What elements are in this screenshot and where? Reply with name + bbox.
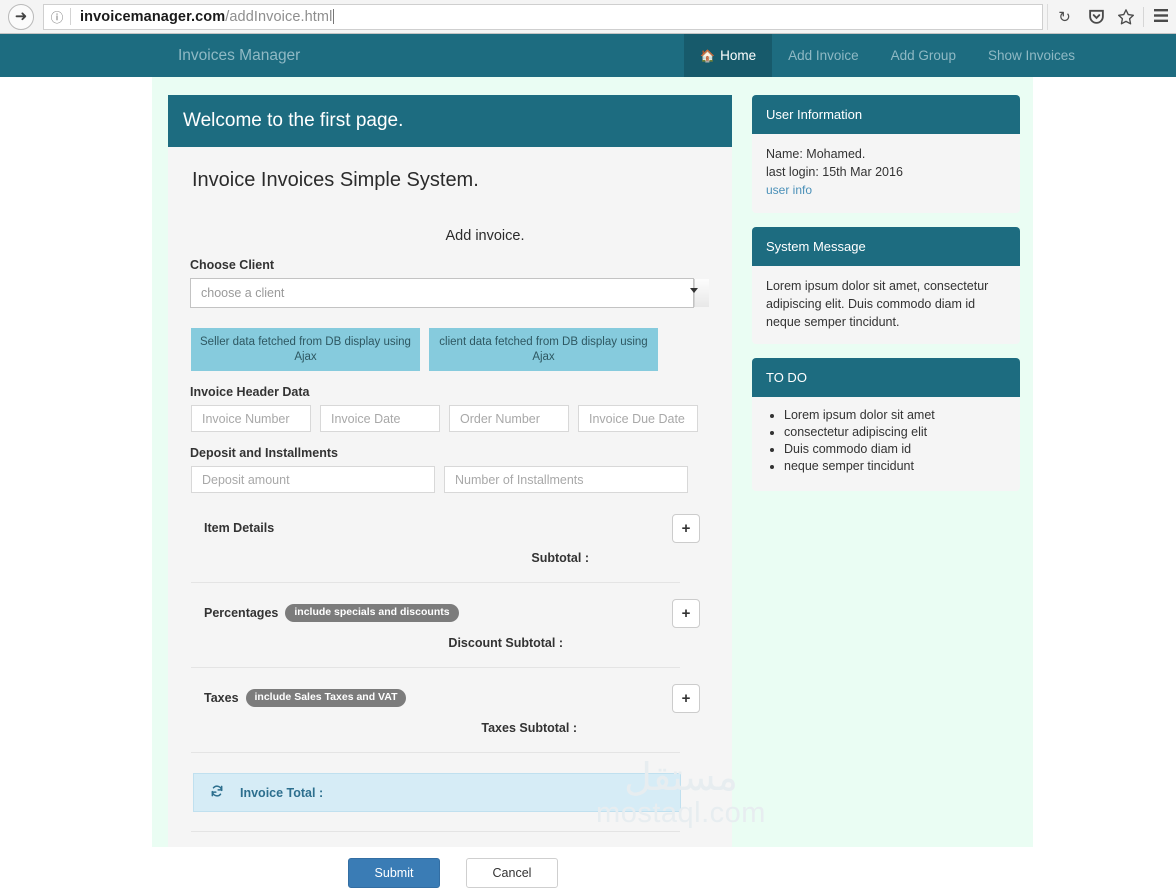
star-icon[interactable]	[1111, 0, 1141, 34]
nav-item-add-invoice[interactable]: Add Invoice	[772, 34, 875, 77]
todo-body: Lorem ipsum dolor sit amet consectetur a…	[752, 397, 1020, 491]
navbar-menu: 🏠 Home Add Invoice Add Group Show Invoice…	[684, 34, 1091, 77]
sidebar: User Information Name: Mohamed. last log…	[752, 95, 1020, 505]
system-message-body: Lorem ipsum dolor sit amet, consectetur …	[752, 266, 1020, 344]
page-container: Welcome to the first page. Invoice Invoi…	[0, 77, 1176, 888]
taxes-row: Taxes include Sales Taxes and VAT +	[191, 681, 718, 715]
item-details-section: Item Details + Subtotal :	[191, 511, 718, 565]
invoice-date-input[interactable]	[320, 405, 440, 432]
taxes-pill: include Sales Taxes and VAT	[245, 689, 407, 707]
add-tax-button[interactable]: +	[672, 683, 700, 713]
section-divider	[191, 831, 680, 832]
main-panel: Welcome to the first page. Invoice Invoi…	[168, 95, 732, 888]
system-message-card: System Message Lorem ipsum dolor sit ame…	[752, 227, 1020, 344]
reload-icon[interactable]: ↻	[1047, 3, 1081, 30]
page-title: Invoice Invoices Simple System.	[192, 169, 479, 191]
client-select[interactable]: choose a client	[190, 278, 694, 308]
nav-item-home-label: Home	[720, 48, 757, 63]
user-information-title: User Information	[752, 95, 1020, 134]
client-select-wrapper: choose a client	[182, 278, 718, 308]
user-last-login: last login: 15th Mar 2016	[766, 165, 903, 179]
nav-item-show-invoices[interactable]: Show Invoices	[972, 34, 1091, 77]
invoice-total-alert: Invoice Total :	[193, 773, 681, 812]
percentages-pill: include specials and discounts	[285, 604, 459, 622]
list-item: Lorem ipsum dolor sit amet	[784, 407, 1006, 423]
deposit-inputs	[191, 466, 718, 493]
list-item: Duis commodo diam id	[784, 441, 1006, 457]
refresh-icon[interactable]	[210, 784, 224, 801]
pocket-icon[interactable]	[1081, 0, 1111, 34]
app-navbar: Invoices Manager 🏠 Home Add Invoice Add G…	[0, 34, 1176, 77]
ajax-info-boxes: Seller data fetched from DB display usin…	[191, 328, 718, 371]
user-information-card: User Information Name: Mohamed. last log…	[752, 95, 1020, 213]
percentages-title: Percentages	[204, 606, 279, 620]
section-divider	[191, 752, 680, 753]
panel-heading: Welcome to the first page.	[168, 95, 732, 147]
home-icon: 🏠	[700, 49, 716, 63]
url-host: invoicemanager.com	[80, 8, 226, 25]
invoice-header-label: Invoice Header Data	[190, 385, 310, 399]
installments-count-input[interactable]	[444, 466, 688, 493]
taxes-section: Taxes include Sales Taxes and VAT + Taxe…	[191, 681, 718, 735]
seller-data-box: Seller data fetched from DB display usin…	[191, 328, 420, 371]
percentages-row: Percentages include specials and discoun…	[191, 596, 718, 630]
invoice-due-date-input[interactable]	[578, 405, 698, 432]
address-bar[interactable]: ⓘ invoicemanager.com/addInvoice.html	[43, 3, 1043, 30]
deposit-label: Deposit and Installments	[190, 446, 338, 460]
client-data-box: client data fetched from DB display usin…	[429, 328, 658, 371]
order-number-input[interactable]	[449, 405, 569, 432]
chrome-divider	[1143, 6, 1144, 27]
submit-button[interactable]: Submit	[348, 858, 440, 888]
discount-subtotal-label: Discount Subtotal :	[448, 636, 563, 650]
add-percentage-button[interactable]: +	[672, 598, 700, 628]
chevron-down-icon	[690, 288, 698, 293]
invoice-header-inputs	[191, 405, 718, 432]
add-invoice-caption: Add invoice.	[445, 228, 525, 244]
menu-icon[interactable]	[1146, 0, 1176, 34]
system-message-text: Lorem ipsum dolor sit amet, consectetur …	[766, 279, 989, 329]
back-arrow-icon[interactable]: ➜	[8, 3, 34, 30]
invoice-total-label: Invoice Total :	[240, 785, 324, 800]
url-separator	[70, 8, 71, 25]
user-information-body: Name: Mohamed. last login: 15th Mar 2016…	[752, 134, 1020, 213]
todo-title: TO DO	[752, 358, 1020, 397]
taxes-subtotal-label: Taxes Subtotal :	[481, 721, 577, 735]
system-message-title: System Message	[752, 227, 1020, 266]
add-item-button[interactable]: +	[672, 513, 700, 543]
form-actions: Submit Cancel	[182, 858, 718, 888]
user-info-link[interactable]: user info	[766, 181, 1006, 200]
content-shell: Welcome to the first page. Invoice Invoi…	[152, 77, 1033, 888]
panel-body: Invoice Invoices Simple System. Add invo…	[168, 169, 732, 888]
navbar-brand[interactable]: Invoices Manager	[178, 34, 300, 77]
select-arrow-box[interactable]	[694, 279, 709, 307]
user-name: Name: Mohamed.	[766, 147, 866, 161]
section-divider	[191, 667, 680, 668]
item-subtotal-label: Subtotal :	[531, 551, 589, 565]
list-item: neque semper tincidunt	[784, 458, 1006, 474]
url-path: /addInvoice.html	[225, 8, 333, 25]
taxes-title: Taxes	[204, 691, 239, 705]
choose-client-label: Choose Client	[190, 258, 275, 272]
item-details-title: Item Details	[204, 521, 275, 535]
item-details-row: Item Details +	[191, 511, 718, 545]
text-caret	[333, 9, 335, 24]
todo-list: Lorem ipsum dolor sit amet consectetur a…	[766, 403, 1006, 487]
browser-chrome: ➜ ⓘ invoicemanager.com/addInvoice.html ↻	[0, 0, 1176, 34]
deposit-amount-input[interactable]	[191, 466, 435, 493]
info-icon[interactable]: ⓘ	[44, 7, 70, 26]
todo-card: TO DO Lorem ipsum dolor sit amet consect…	[752, 358, 1020, 491]
percentages-section: Percentages include specials and discoun…	[191, 596, 718, 650]
nav-item-home[interactable]: 🏠 Home	[684, 34, 773, 77]
list-item: consectetur adipiscing elit	[784, 424, 1006, 440]
invoice-number-input[interactable]	[191, 405, 311, 432]
nav-item-add-group[interactable]: Add Group	[875, 34, 972, 77]
section-divider	[191, 582, 680, 583]
cancel-button[interactable]: Cancel	[466, 858, 558, 888]
